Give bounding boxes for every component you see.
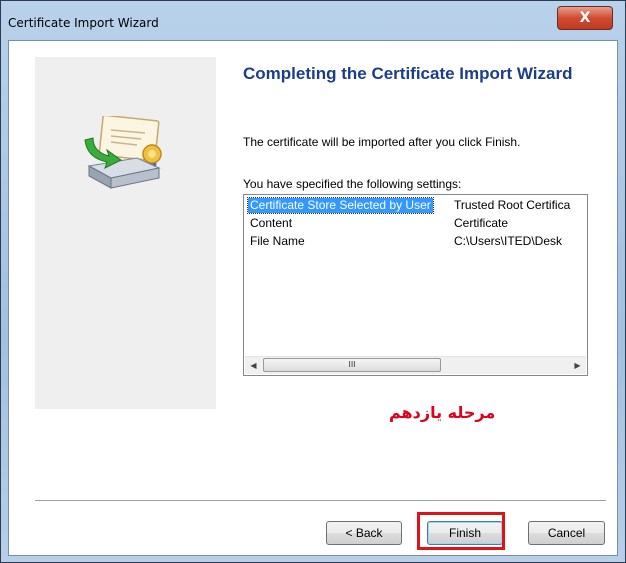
settings-key: Certificate Store Selected by User bbox=[247, 197, 434, 214]
wizard-heading: Completing the Certificate Import Wizard bbox=[243, 64, 573, 83]
button-separator bbox=[35, 500, 606, 502]
step-annotation: مرحله یازدهم bbox=[389, 403, 496, 422]
settings-key: File Name bbox=[250, 234, 305, 248]
chevron-left-icon[interactable]: ◀ bbox=[245, 357, 262, 374]
settings-value: Certificate bbox=[454, 216, 509, 230]
settings-label: You have specified the following setting… bbox=[243, 177, 462, 191]
chevron-right-icon[interactable]: ▶ bbox=[569, 357, 586, 374]
wizard-body: Completing the Certificate Import Wizard… bbox=[8, 40, 618, 556]
title-bar[interactable]: Certificate Import Wizard X bbox=[0, 0, 626, 40]
wizard-side-panel bbox=[35, 57, 216, 409]
close-icon: X bbox=[579, 10, 591, 26]
settings-row-store[interactable]: Certificate Store Selected by User Trust… bbox=[247, 197, 585, 215]
finish-highlight-box bbox=[417, 512, 505, 550]
settings-value: C:\Users\ITED\Desk bbox=[454, 234, 563, 248]
certificate-install-icon bbox=[84, 116, 162, 189]
horizontal-scrollbar[interactable]: ◀ III ▶ bbox=[245, 356, 586, 374]
window-title: Certificate Import Wizard bbox=[8, 16, 159, 30]
wizard-description: The certificate will be imported after y… bbox=[243, 135, 521, 149]
settings-value: Trusted Root Certifica bbox=[454, 198, 571, 212]
settings-row-content[interactable]: Content Certificate bbox=[250, 215, 585, 233]
settings-list[interactable]: Certificate Store Selected by User Trust… bbox=[243, 194, 588, 376]
cancel-button[interactable]: Cancel bbox=[528, 521, 605, 545]
scrollbar-grip: III bbox=[348, 360, 356, 369]
settings-row-file-name[interactable]: File Name C:\Users\ITED\Desk bbox=[250, 233, 585, 251]
scrollbar-thumb[interactable]: III bbox=[263, 358, 441, 372]
settings-key: Content bbox=[250, 216, 293, 230]
back-button[interactable]: < Back bbox=[326, 521, 402, 545]
close-button[interactable]: X bbox=[557, 6, 613, 30]
certificate-import-wizard-window: Certificate Import Wizard X Completing t… bbox=[0, 0, 626, 563]
